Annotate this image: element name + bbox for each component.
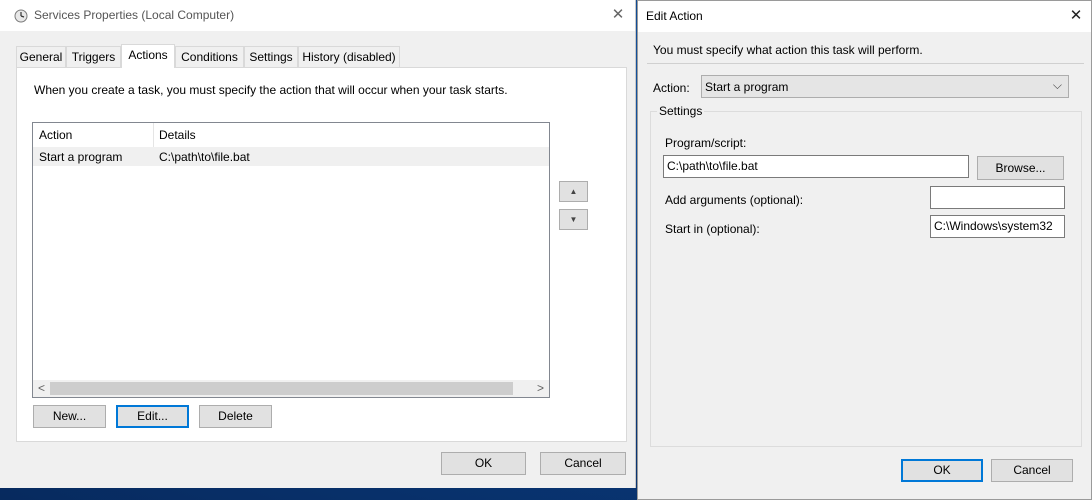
program-script-label: Program/script: bbox=[665, 136, 747, 150]
settings-group-label: Settings bbox=[657, 104, 705, 118]
services-titlebar: Services Properties (Local Computer) ✕ bbox=[0, 0, 635, 31]
scroll-thumb[interactable] bbox=[50, 382, 513, 395]
edit-action-titlebar: Edit Action ✕ bbox=[638, 1, 1091, 32]
horizontal-scrollbar[interactable]: < > bbox=[33, 380, 549, 397]
tab-general[interactable]: General bbox=[16, 46, 66, 67]
actions-intro-text: When you create a task, you must specify… bbox=[34, 83, 508, 97]
browse-button[interactable]: Browse... bbox=[977, 156, 1064, 180]
chevron-down-icon: ⌵ bbox=[1052, 78, 1062, 92]
tab-history[interactable]: History (disabled) bbox=[298, 46, 400, 67]
action-select-value: Start a program bbox=[705, 80, 789, 94]
delete-button[interactable]: Delete bbox=[199, 405, 272, 428]
column-header-action[interactable]: Action bbox=[39, 128, 72, 142]
arrow-down-icon: ▼ bbox=[569, 215, 578, 224]
start-in-label: Start in (optional): bbox=[665, 222, 760, 236]
table-row[interactable]: Start a program C:\path\to\file.bat bbox=[33, 147, 549, 166]
new-button[interactable]: New... bbox=[33, 405, 106, 428]
row-action-cell: Start a program bbox=[39, 150, 123, 164]
edit-action-title: Edit Action bbox=[646, 9, 703, 23]
action-select[interactable]: Start a program ⌵ bbox=[701, 75, 1069, 98]
edit-action-dialog: Edit Action ✕ You must specify what acti… bbox=[637, 0, 1092, 500]
row-details-cell: C:\path\to\file.bat bbox=[159, 150, 250, 164]
tab-conditions[interactable]: Conditions bbox=[175, 46, 244, 67]
move-up-button[interactable]: ▲ bbox=[559, 181, 588, 202]
edit-action-close-button[interactable]: ✕ bbox=[1064, 5, 1088, 27]
edit-action-instruction: You must specify what action this task w… bbox=[653, 43, 923, 57]
services-window-title: Services Properties (Local Computer) bbox=[34, 8, 235, 22]
arrow-up-icon: ▲ bbox=[569, 187, 578, 196]
add-arguments-field[interactable] bbox=[930, 186, 1065, 209]
column-divider[interactable] bbox=[153, 123, 154, 147]
scroll-right-arrow[interactable]: > bbox=[537, 381, 544, 395]
list-header: Action Details bbox=[33, 123, 549, 148]
cancel-button[interactable]: Cancel bbox=[540, 452, 626, 475]
edit-action-ok-button[interactable]: OK bbox=[901, 459, 983, 482]
program-script-field[interactable]: C:\path\to\file.bat bbox=[663, 155, 969, 178]
settings-groupbox: Settings Program/script: C:\path\to\file… bbox=[650, 104, 1082, 447]
ok-button[interactable]: OK bbox=[441, 452, 526, 475]
edit-action-cancel-button[interactable]: Cancel bbox=[991, 459, 1073, 482]
tab-triggers[interactable]: Triggers bbox=[66, 46, 121, 67]
instruction-divider bbox=[647, 63, 1084, 64]
edit-button[interactable]: Edit... bbox=[116, 405, 189, 428]
scroll-left-arrow[interactable]: < bbox=[38, 381, 45, 395]
services-properties-window: Services Properties (Local Computer) ✕ G… bbox=[0, 0, 636, 488]
add-arguments-label: Add arguments (optional): bbox=[665, 193, 804, 207]
clock-icon bbox=[14, 9, 28, 23]
tab-actions[interactable]: Actions bbox=[121, 44, 175, 68]
move-down-button[interactable]: ▼ bbox=[559, 209, 588, 230]
start-in-field[interactable]: C:\Windows\system32 bbox=[930, 215, 1065, 238]
column-header-details[interactable]: Details bbox=[159, 128, 196, 142]
services-close-button[interactable]: ✕ bbox=[606, 4, 630, 26]
actions-tab-panel: When you create a task, you must specify… bbox=[16, 67, 627, 442]
actions-list[interactable]: Action Details Start a program C:\path\t… bbox=[32, 122, 550, 398]
action-label: Action: bbox=[653, 81, 690, 95]
tab-settings[interactable]: Settings bbox=[244, 46, 298, 67]
